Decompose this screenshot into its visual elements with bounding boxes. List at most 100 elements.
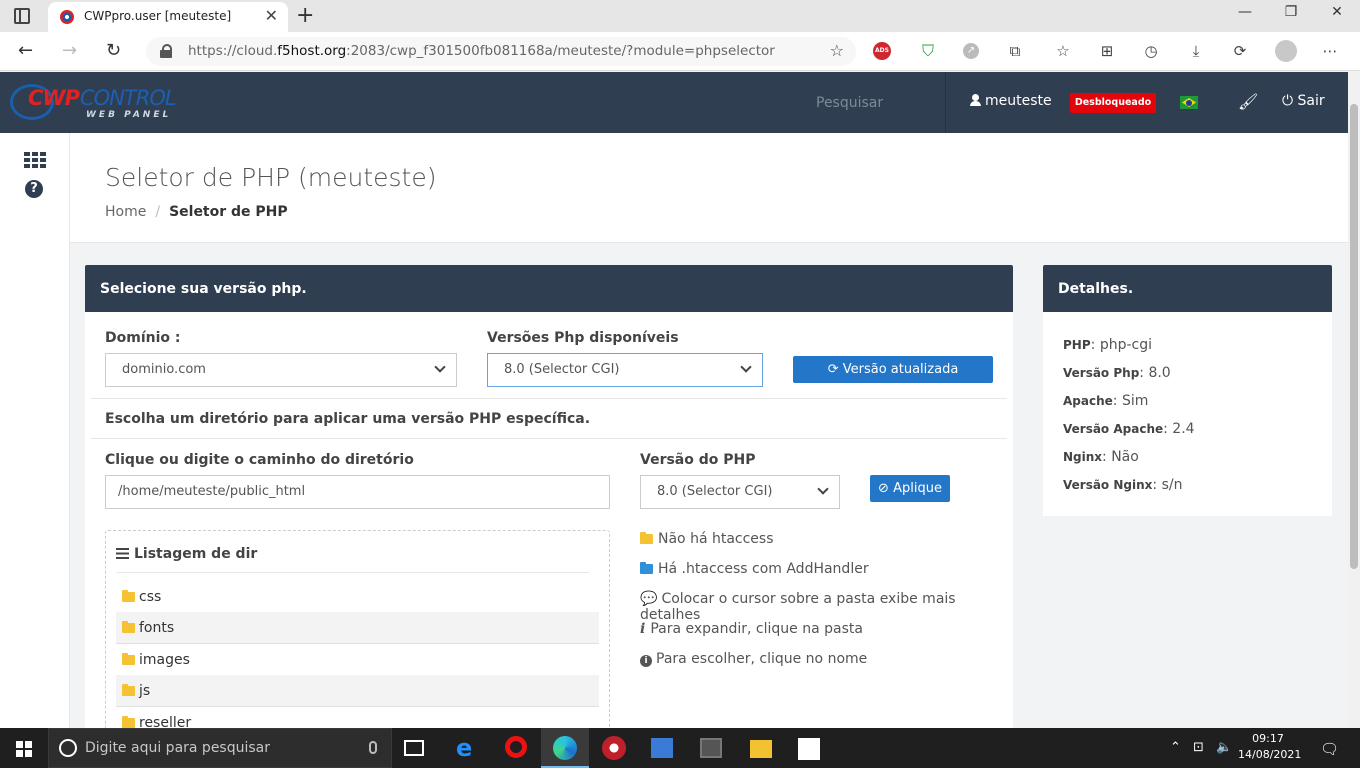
divider xyxy=(91,398,1007,399)
cwp-logo[interactable]: CWP CONTROL WEB PANEL xyxy=(10,82,185,122)
folder-icon[interactable] xyxy=(122,716,135,728)
logo-webpanel-text: WEB PANEL xyxy=(86,110,172,120)
directory-path-value: /home/meuteste/public_html xyxy=(118,484,306,499)
help-icon[interactable]: ? xyxy=(25,180,43,198)
folder-icon[interactable] xyxy=(122,621,135,633)
status-badge[interactable]: Desbloqueado xyxy=(1070,93,1156,113)
restore-icon[interactable]: ❐ xyxy=(1268,4,1314,20)
page-scrollbar[interactable] xyxy=(1348,72,1360,728)
window-close-icon[interactable]: ✕ xyxy=(1314,4,1360,20)
folder-icon[interactable] xyxy=(122,684,135,696)
favorites-icon[interactable]: ☆ xyxy=(1053,41,1073,61)
windows-start-icon[interactable] xyxy=(16,741,32,757)
domain-select[interactable]: dominio.com xyxy=(105,353,457,387)
extension-gray-icon[interactable]: ↗ xyxy=(963,43,979,59)
url-text[interactable]: https://cloud.f5host.org:2083/cwp_f30150… xyxy=(188,43,775,59)
breadcrumb-home[interactable]: Home xyxy=(105,204,146,220)
app-red-icon[interactable] xyxy=(602,736,626,760)
more-menu-icon[interactable]: ⋯ xyxy=(1320,41,1340,61)
profile-avatar[interactable] xyxy=(1275,40,1297,62)
downloads-icon[interactable]: ⤓ xyxy=(1186,41,1206,61)
tray-chevron-up-icon[interactable]: ⌃ xyxy=(1170,740,1181,755)
apps-grid-icon[interactable] xyxy=(24,152,46,168)
detail-value: 8.0 xyxy=(1148,365,1171,381)
detail-php: PHP: php-cgi xyxy=(1063,337,1152,353)
legend-hover-hint-text: Colocar o cursor sobre a pasta exibe mai… xyxy=(640,591,956,623)
store-icon[interactable] xyxy=(798,738,820,760)
php-versions-select-value: 8.0 (Selector CGI) xyxy=(504,362,620,377)
page-header: Seletor de PHP (meuteste) Home / Seletor d… xyxy=(70,133,1348,243)
tab-actions-icon[interactable] xyxy=(14,8,30,24)
file-explorer-icon[interactable] xyxy=(750,740,772,758)
lock-icon[interactable] xyxy=(160,44,172,58)
security-app-icon[interactable] xyxy=(700,738,722,758)
shield-ext-icon[interactable]: ⛉ xyxy=(918,41,938,61)
folder-icon[interactable] xyxy=(122,653,135,665)
volume-icon[interactable]: 🔈 xyxy=(1216,740,1232,755)
tab-close-icon[interactable]: ✕ xyxy=(265,6,278,25)
directory-listing-title-text: Listagem de dir xyxy=(134,546,258,562)
detail-value: 2.4 xyxy=(1172,421,1195,437)
forward-icon[interactable]: → xyxy=(62,40,77,61)
php-selector-panel: Selecione sua versão php. Domínio : domi… xyxy=(85,265,1013,760)
php-version-select[interactable]: 8.0 (Selector CGI) xyxy=(640,475,840,509)
minimize-icon[interactable]: — xyxy=(1222,4,1268,20)
taskbar-search-input[interactable]: Digite aqui para pesquisar xyxy=(48,728,392,768)
network-icon[interactable]: ⊡ xyxy=(1193,740,1204,755)
address-bar[interactable]: https://cloud.f5host.org:2083/cwp_f30150… xyxy=(146,37,856,66)
chevron-down-icon xyxy=(434,361,446,373)
ie-icon[interactable]: e xyxy=(456,736,480,760)
list-item[interactable]: css xyxy=(116,581,599,613)
browser-tab[interactable]: CWPpro.user [meuteste] ✕ xyxy=(48,2,288,32)
apply-label: Aplique xyxy=(893,481,942,496)
chevron-down-icon xyxy=(817,483,829,495)
collections-icon[interactable]: ⊞ xyxy=(1097,41,1117,61)
legend-has-htaccess: Há .htaccess com AddHandler xyxy=(640,561,869,577)
extensions-puzzle-icon[interactable]: ⧉ xyxy=(1005,41,1025,61)
task-view-icon[interactable] xyxy=(404,740,424,756)
list-item[interactable]: js xyxy=(116,675,599,707)
network-app-icon[interactable] xyxy=(651,738,673,758)
cwp-header: CWP CONTROL WEB PANEL Pesquisar meuteste… xyxy=(0,72,1348,133)
folder-icon[interactable] xyxy=(122,590,135,602)
new-tab-icon[interactable]: + xyxy=(296,3,314,28)
list-item[interactable]: images xyxy=(116,644,599,676)
favorite-star-icon[interactable]: ☆ xyxy=(830,41,844,60)
directory-path-input[interactable]: /home/meuteste/public_html xyxy=(105,475,610,509)
refresh-icon[interactable]: ↻ xyxy=(106,40,121,61)
logout-button[interactable]: ⏻ Sair xyxy=(1282,93,1325,109)
opera-icon[interactable] xyxy=(505,736,527,758)
edge-icon[interactable] xyxy=(553,736,577,760)
legend-no-htaccess-text: Não há htaccess xyxy=(658,531,774,547)
user-menu[interactable]: meuteste xyxy=(970,93,1052,109)
dir-name[interactable]: images xyxy=(139,652,190,668)
detail-label: PHP xyxy=(1063,338,1091,352)
php-selector-panel-heading: Selecione sua versão php. xyxy=(85,265,1013,312)
performance-icon[interactable]: ⟳ xyxy=(1230,41,1250,61)
dir-name[interactable]: js xyxy=(139,683,150,699)
legend-choose-hint-text: Para escolher, clique no nome xyxy=(656,651,868,667)
header-search-input[interactable]: Pesquisar xyxy=(816,95,883,111)
comment-icon: 💬 xyxy=(640,591,658,607)
adblock-ext-icon[interactable]: ADS xyxy=(873,42,891,60)
update-version-button[interactable]: ⟳ Versão atualizada xyxy=(793,356,993,383)
back-icon[interactable]: ← xyxy=(18,40,33,61)
brazil-flag-icon[interactable] xyxy=(1180,96,1198,109)
dir-name[interactable]: fonts xyxy=(139,620,174,636)
detail-label: Versão Php xyxy=(1063,366,1140,380)
apply-button[interactable]: ⊘ Aplique xyxy=(870,475,950,502)
php-versions-select[interactable]: 8.0 (Selector CGI) xyxy=(487,353,763,387)
scrollbar-thumb[interactable] xyxy=(1350,104,1358,569)
paintbrush-icon[interactable]: 🖌 xyxy=(1238,92,1258,111)
notifications-icon[interactable]: 🗨 xyxy=(1320,740,1339,758)
details-panel-heading: Detalhes. xyxy=(1043,265,1332,312)
taskbar-clock[interactable]: 09:17 14/08/2021 xyxy=(1238,731,1301,763)
info-circle-icon: i xyxy=(640,655,652,667)
browser-toolbar: ← → ↻ https://cloud.f5host.org:2083/cwp_… xyxy=(0,32,1360,71)
browser-tab-bar: CWPpro.user [meuteste] ✕ + — ❐ ✕ xyxy=(0,0,1360,32)
logo-control-text: CONTROL xyxy=(80,86,177,110)
dir-name[interactable]: css xyxy=(139,589,161,605)
list-item[interactable]: fonts xyxy=(116,612,599,644)
microphone-icon[interactable] xyxy=(369,741,377,754)
history-icon[interactable]: ◷ xyxy=(1141,41,1161,61)
